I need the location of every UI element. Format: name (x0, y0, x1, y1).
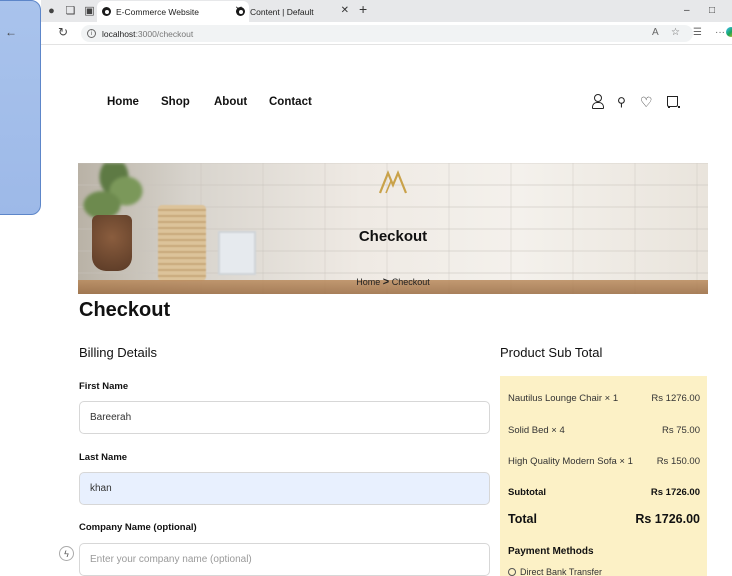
item-name: Solid Bed × 4 (508, 425, 565, 436)
favorite-star-icon[interactable]: ☆ (671, 27, 680, 38)
user-icon[interactable] (591, 93, 604, 109)
summary-title: Product Sub Total (500, 345, 603, 360)
summary-item: Nautilus Lounge Chair × 1 Rs 1276.00 (508, 393, 700, 404)
company-name-label: Company Name (optional) (79, 522, 197, 533)
nav-about[interactable]: About (214, 96, 247, 108)
minimize-button[interactable]: – (684, 5, 690, 16)
hero-banner: Checkout Home > Checkout (78, 163, 708, 294)
tab-favicon (236, 7, 245, 16)
nav-contact[interactable]: Contact (269, 96, 312, 108)
tab-actions-icon[interactable]: ▣ (83, 4, 96, 17)
subtotal-value: Rs 1726.00 (650, 487, 700, 498)
subtotal-row: Subtotal Rs 1726.00 (508, 487, 700, 498)
url-field[interactable]: i localhost:3000/checkout (81, 25, 693, 42)
item-price: Rs 150.00 (656, 456, 700, 467)
item-price: Rs 75.00 (661, 425, 700, 436)
summary-item: Solid Bed × 4 Rs 75.00 (508, 425, 700, 436)
cart-icon[interactable] (665, 94, 680, 109)
item-name: High Quality Modern Sofa × 1 (508, 456, 633, 467)
restore-button[interactable]: □ (709, 5, 715, 16)
first-name-label: First Name (79, 381, 129, 392)
breadcrumb: Home > Checkout (78, 276, 708, 288)
last-name-label: Last Name (79, 452, 128, 463)
total-label: Total (508, 512, 537, 526)
nav-home[interactable]: Home (107, 96, 139, 108)
total-row: Total Rs 1726.00 (508, 512, 700, 526)
subtotal-label: Subtotal (508, 487, 546, 498)
payment-option-label: Direct Bank Transfer (520, 567, 603, 576)
tab-ecommerce[interactable]: E-Commerce Website ✕ (97, 1, 249, 22)
breadcrumb-home[interactable]: Home (356, 277, 380, 287)
heart-icon[interactable]: ♡ (640, 94, 653, 111)
favorites-list-icon[interactable]: ☰ (693, 27, 702, 38)
billing-title: Billing Details (79, 345, 158, 360)
hero-title: Checkout (358, 228, 428, 245)
workspaces-icon[interactable]: ❏ (64, 4, 77, 17)
address-bar: ← ↻ i localhost:3000/checkout A ☆ ☰ ··· (5, 22, 732, 45)
payment-methods-title: Payment Methods (508, 546, 594, 557)
total-value: Rs 1726.00 (635, 512, 700, 526)
back-icon[interactable]: ← (5, 25, 17, 39)
copilot-icon[interactable] (726, 27, 732, 37)
tab-label: Content | Default (250, 6, 314, 17)
first-name-input[interactable] (79, 401, 490, 434)
tab-content-default[interactable]: Content | Default ✕ (231, 1, 355, 22)
close-icon[interactable]: ✕ (341, 5, 349, 16)
chevron-right-icon: > (382, 276, 390, 288)
item-price: Rs 1276.00 (651, 393, 700, 404)
item-name: Nautilus Lounge Chair × 1 (508, 393, 619, 404)
site-nav: Home Shop About Contact ⚲ ♡ (0, 93, 732, 116)
last-name-input[interactable] (79, 472, 490, 505)
brand-logo-icon (378, 170, 408, 194)
summary-box: Nautilus Lounge Chair × 1 Rs 1276.00 Sol… (500, 376, 707, 576)
info-icon[interactable]: i (87, 29, 96, 38)
read-aloud-icon[interactable]: A (652, 27, 659, 38)
company-name-input[interactable] (79, 543, 490, 576)
tab-label: E-Commerce Website (116, 6, 199, 17)
url-path: :3000/checkout (135, 28, 194, 39)
breadcrumb-current: Checkout (391, 277, 430, 287)
more-icon[interactable]: ··· (715, 27, 725, 38)
url-host: localhost (102, 28, 136, 39)
summary-item: High Quality Modern Sofa × 1 Rs 150.00 (508, 456, 700, 467)
profile-icon[interactable]: ● (45, 4, 58, 17)
browser-tab-strip: ● ❏ ▣ E-Commerce Website ✕ Content | Def… (41, 0, 732, 22)
page-title: Checkout (79, 299, 171, 321)
radio-button[interactable] (508, 568, 516, 576)
nav-shop[interactable]: Shop (161, 96, 190, 108)
lightning-icon[interactable]: ϟ (59, 546, 74, 561)
refresh-icon[interactable]: ↻ (58, 25, 68, 39)
search-icon[interactable]: ⚲ (617, 95, 626, 109)
tab-favicon (102, 7, 111, 16)
new-tab-button[interactable]: + (359, 1, 367, 17)
payment-option-bank[interactable]: Direct Bank Transfer (508, 567, 602, 576)
